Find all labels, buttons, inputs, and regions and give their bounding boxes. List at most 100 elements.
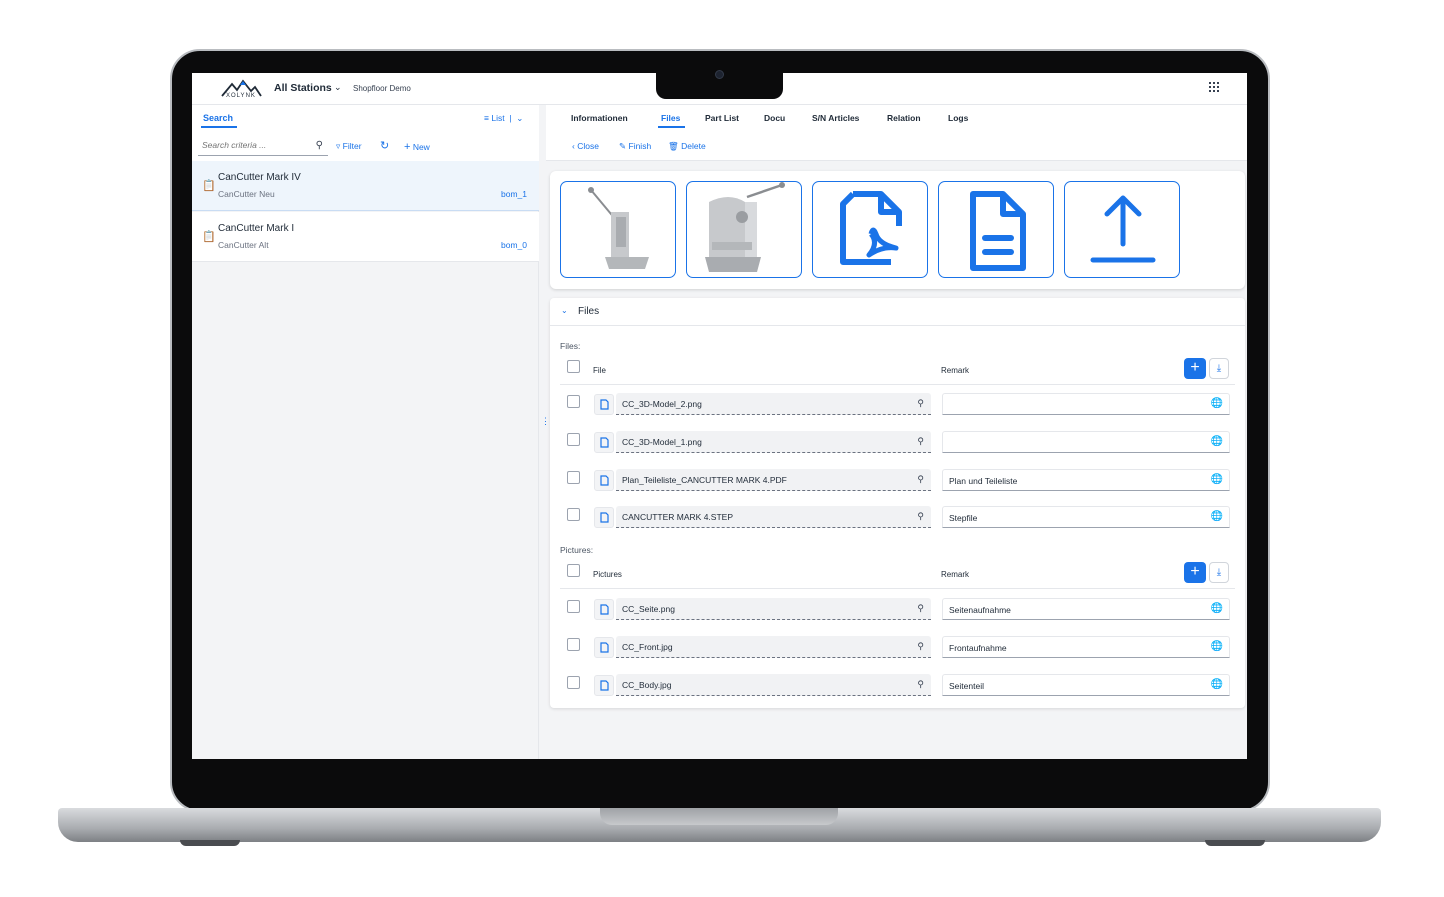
3d-model-image[interactable] (686, 181, 802, 278)
tab-relation[interactable]: Relation (887, 113, 921, 123)
detail-tabs: Informationen Files Part List Docu S/N A… (546, 105, 1247, 161)
finish-button[interactable]: ✎ Finish (619, 141, 651, 152)
station-selector[interactable]: All Stations (274, 82, 332, 94)
file-name-field[interactable]: CC_Front.jpg ⚲ (616, 636, 931, 658)
file-name: CC_Seite.png (622, 604, 675, 614)
search-icon[interactable]: ⚲ (917, 679, 924, 690)
list-item-subtitle: CanCutter Neu (218, 189, 275, 199)
row-checkbox[interactable] (567, 395, 580, 408)
workspace-name: Shopfloor Demo (353, 84, 411, 93)
remark-field[interactable]: Frontaufnahme 🌐 (942, 636, 1230, 658)
active-tab-underline (201, 126, 237, 128)
list-item-title: CanCutter Mark IV (218, 172, 301, 183)
file-name-field[interactable]: CC_3D-Model_2.png ⚲ (616, 393, 931, 415)
upload-icon[interactable] (1064, 181, 1180, 278)
remark-field[interactable]: Plan und Teileliste 🌐 (942, 469, 1230, 491)
row-checkbox[interactable] (567, 638, 580, 651)
apps-grid-icon[interactable] (1209, 82, 1219, 92)
divider (560, 588, 1235, 589)
remark-field[interactable]: 🌐 (942, 431, 1230, 453)
new-button[interactable]: + New (404, 141, 430, 153)
tab-files[interactable]: Files (661, 113, 680, 123)
globe-icon[interactable]: 🌐 (1211, 436, 1223, 447)
view-mode-selector[interactable]: ≡ List | ⌄ (484, 113, 523, 124)
files-section-header[interactable]: ⌄ Files (550, 298, 1245, 326)
remark-field[interactable]: Seitenaufnahme 🌐 (942, 598, 1230, 620)
row-checkbox[interactable] (567, 600, 580, 613)
globe-icon[interactable]: 🌐 (1211, 511, 1223, 522)
select-all-files-checkbox[interactable] (567, 360, 580, 373)
chevron-down-icon[interactable]: ⌄ (334, 82, 342, 93)
file-icon[interactable] (594, 432, 614, 453)
tab-informationen[interactable]: Informationen (571, 113, 628, 123)
row-checkbox[interactable] (567, 433, 580, 446)
file-icon[interactable] (594, 637, 614, 658)
laptop-foot-right (1205, 840, 1265, 846)
globe-icon[interactable]: 🌐 (1211, 474, 1223, 485)
download-icon[interactable]: ⤓ (1209, 562, 1229, 583)
file-icon[interactable] (594, 675, 614, 696)
refresh-icon[interactable]: ↻ (380, 139, 389, 152)
filter-button[interactable]: ▿ Filter (336, 141, 362, 152)
3d-model-image[interactable] (560, 181, 676, 278)
file-name: CC_3D-Model_1.png (622, 437, 702, 447)
remark-field[interactable]: 🌐 (942, 393, 1230, 415)
remark-field[interactable]: Seitenteil 🌐 (942, 674, 1230, 696)
remark-text: Seitenteil (949, 681, 984, 691)
tab-docu[interactable]: Docu (764, 113, 785, 123)
remark-text: Stepfile (949, 513, 978, 523)
file-name: CC_3D-Model_2.png (622, 399, 702, 409)
new-label: New (412, 142, 430, 152)
document-icon[interactable] (938, 181, 1054, 278)
chevron-left-icon: ‹ (572, 141, 575, 151)
add-file-button[interactable]: + (1184, 358, 1206, 379)
tab-search[interactable]: Search (203, 113, 233, 123)
file-icon[interactable] (594, 470, 614, 491)
row-checkbox[interactable] (567, 676, 580, 689)
laptop-base-groove (600, 808, 838, 825)
close-label: Close (577, 141, 599, 151)
tab-part-list[interactable]: Part List (705, 113, 739, 123)
search-icon[interactable]: ⚲ (917, 641, 924, 652)
tab-sn-articles[interactable]: S/N Articles (812, 113, 859, 123)
file-name-field[interactable]: CANCUTTER MARK 4.STEP ⚲ (616, 506, 931, 528)
search-field[interactable]: ⚲ (198, 136, 328, 156)
active-tab-underline (658, 126, 685, 128)
download-icon[interactable]: ⤓ (1209, 358, 1229, 379)
remark-field[interactable]: Stepfile 🌐 (942, 506, 1230, 528)
globe-icon[interactable]: 🌐 (1211, 603, 1223, 614)
delete-button[interactable]: 🗑 Delete (668, 141, 706, 152)
plus-icon: + (404, 141, 411, 153)
add-picture-button[interactable]: + (1184, 562, 1206, 583)
pencil-icon: ✎ (619, 141, 627, 151)
pdf-icon[interactable] (812, 181, 928, 278)
file-name-field[interactable]: CC_Body.jpg ⚲ (616, 674, 931, 696)
search-icon[interactable]: ⚲ (917, 603, 924, 614)
search-icon[interactable]: ⚲ (917, 474, 924, 485)
tab-logs[interactable]: Logs (948, 113, 968, 123)
file-preview-strip (550, 171, 1245, 289)
file-name: CC_Front.jpg (622, 642, 673, 652)
search-input[interactable] (198, 136, 308, 154)
file-icon[interactable] (594, 394, 614, 415)
file-icon[interactable] (594, 599, 614, 620)
detail-panel: Informationen Files Part List Docu S/N A… (546, 105, 1247, 759)
globe-icon[interactable]: 🌐 (1211, 679, 1223, 690)
file-icon[interactable] (594, 507, 614, 528)
globe-icon[interactable]: 🌐 (1211, 398, 1223, 409)
globe-icon[interactable]: 🌐 (1211, 641, 1223, 652)
list-item[interactable]: 📋 CanCutter Mark IV CanCutter Neu bom_1 (192, 161, 539, 211)
search-icon[interactable]: ⚲ (917, 436, 924, 447)
list-item[interactable]: 📋 CanCutter Mark I CanCutter Alt bom_0 (192, 212, 539, 262)
search-icon[interactable]: ⚲ (316, 140, 323, 151)
chevron-down-icon[interactable]: ⌄ (561, 306, 568, 315)
file-name-field[interactable]: CC_Seite.png ⚲ (616, 598, 931, 620)
select-all-pictures-checkbox[interactable] (567, 564, 580, 577)
row-checkbox[interactable] (567, 471, 580, 484)
row-checkbox[interactable] (567, 508, 580, 521)
file-name-field[interactable]: Plan_Teileliste_CANCUTTER MARK 4.PDF ⚲ (616, 469, 931, 491)
search-icon[interactable]: ⚲ (917, 511, 924, 522)
file-name-field[interactable]: CC_3D-Model_1.png ⚲ (616, 431, 931, 453)
search-icon[interactable]: ⚲ (917, 398, 924, 409)
close-button[interactable]: ‹ Close (572, 141, 599, 151)
